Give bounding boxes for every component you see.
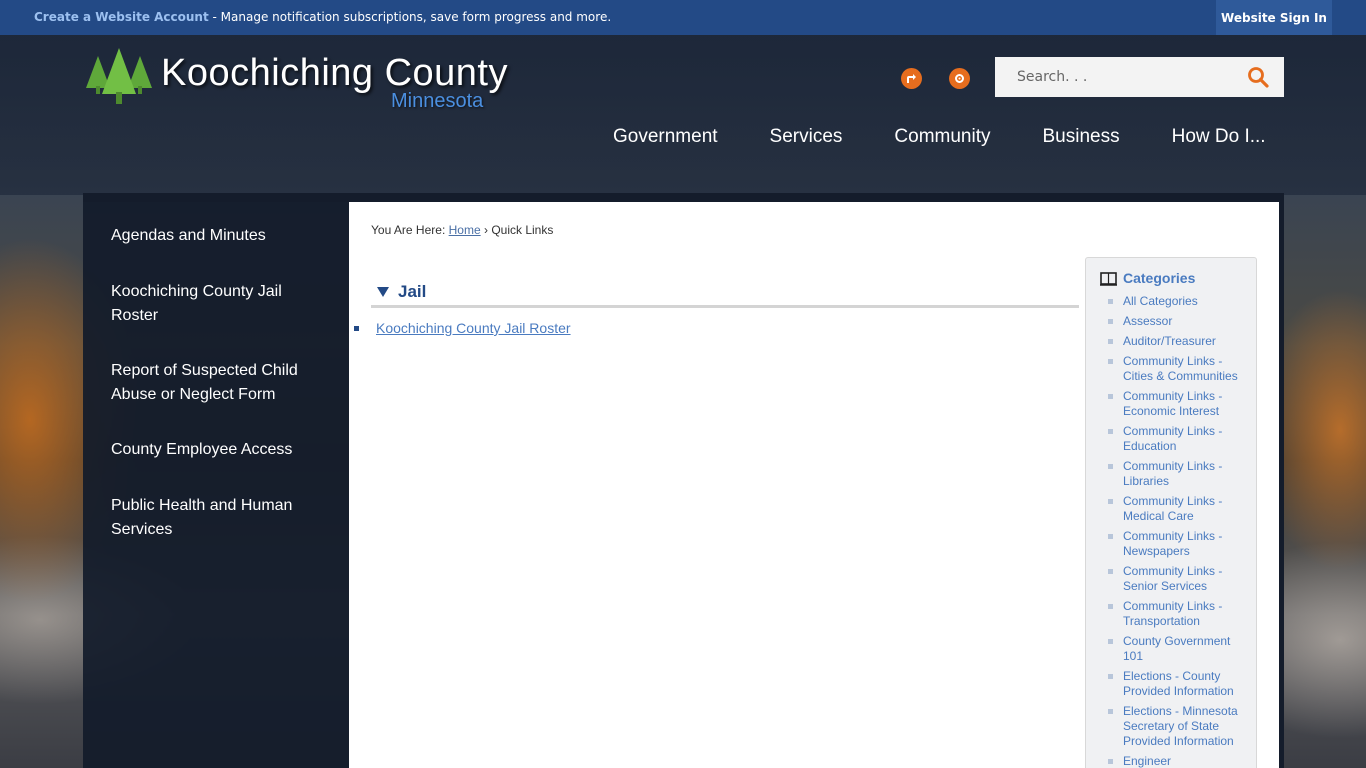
category-link[interactable]: Community Links - Transportation bbox=[1108, 599, 1248, 629]
top-bar: Create a Website Account - Manage notifi… bbox=[0, 0, 1366, 35]
website-sign-in-button[interactable]: Website Sign In bbox=[1216, 0, 1332, 35]
categories-title: Categories bbox=[1123, 270, 1196, 286]
gear-icon[interactable] bbox=[949, 68, 970, 89]
category-link[interactable]: Community Links - Medical Care bbox=[1108, 494, 1248, 524]
category-link[interactable]: Engineer bbox=[1108, 754, 1248, 768]
search-box bbox=[995, 57, 1284, 97]
site-state: Minnesota bbox=[391, 90, 484, 112]
category-link[interactable]: Community Links - Economic Interest bbox=[1108, 389, 1248, 419]
account-message-text: - Manage notification subscriptions, sav… bbox=[208, 10, 612, 24]
category-link[interactable]: Community Links - Libraries bbox=[1108, 459, 1248, 489]
categories-panel: Categories All Categories Assessor Audit… bbox=[1085, 257, 1257, 768]
nav-business[interactable]: Business bbox=[1016, 126, 1145, 148]
share-icon[interactable] bbox=[901, 68, 922, 89]
book-icon bbox=[1100, 272, 1117, 286]
category-link[interactable]: Assessor bbox=[1108, 314, 1248, 329]
nav-how-do-i[interactable]: How Do I... bbox=[1146, 126, 1292, 148]
breadcrumb: You Are Here: Home › Quick Links bbox=[371, 223, 553, 237]
pine-trees-icon bbox=[86, 48, 152, 104]
category-link[interactable]: Community Links - Senior Services bbox=[1108, 564, 1248, 594]
search-icon[interactable] bbox=[1247, 66, 1269, 88]
sidebar-item-agendas[interactable]: Agendas and Minutes bbox=[111, 224, 321, 248]
main-nav: Government Services Community Business H… bbox=[587, 126, 1292, 148]
breadcrumb-prefix: You Are Here: bbox=[371, 223, 446, 237]
account-message: Create a Website Account - Manage notifi… bbox=[34, 10, 611, 24]
sidebar-item-jail-roster[interactable]: Koochiching County Jail Roster bbox=[111, 280, 321, 327]
category-link[interactable]: Community Links - Newspapers bbox=[1108, 529, 1248, 559]
site-name: Koochiching County bbox=[161, 52, 508, 94]
sidebar-item-employee-access[interactable]: County Employee Access bbox=[111, 438, 321, 462]
breadcrumb-home[interactable]: Home bbox=[449, 223, 481, 237]
category-link[interactable]: Community Links - Cities & Communities bbox=[1108, 354, 1248, 384]
category-link[interactable]: County Government 101 bbox=[1108, 634, 1248, 664]
section-title: Jail bbox=[398, 282, 427, 301]
main-content: You Are Here: Home › Quick Links Jail Ko… bbox=[349, 202, 1279, 768]
nav-community[interactable]: Community bbox=[868, 126, 1016, 148]
category-link[interactable]: All Categories bbox=[1108, 294, 1248, 309]
category-link[interactable]: Elections - Minnesota Secretary of State… bbox=[1108, 704, 1248, 749]
nav-government[interactable]: Government bbox=[587, 126, 744, 148]
breadcrumb-separator: › bbox=[483, 223, 488, 237]
collapse-triangle-icon[interactable] bbox=[377, 286, 389, 298]
site-logo[interactable]: Koochiching County Minnesota bbox=[84, 48, 544, 118]
create-account-link[interactable]: Create a Website Account bbox=[34, 10, 209, 24]
sidebar: Agendas and Minutes Koochiching County J… bbox=[83, 193, 349, 768]
nav-services[interactable]: Services bbox=[744, 126, 869, 148]
search-input[interactable] bbox=[1017, 69, 1237, 85]
sidebar-item-child-abuse-form[interactable]: Report of Suspected Child Abuse or Negle… bbox=[111, 359, 321, 406]
section-header-jail[interactable]: Jail bbox=[371, 280, 1079, 308]
sidebar-item-public-health[interactable]: Public Health and Human Services bbox=[111, 494, 321, 541]
breadcrumb-current: Quick Links bbox=[491, 223, 554, 237]
category-link[interactable]: Community Links - Education bbox=[1108, 424, 1248, 454]
category-link[interactable]: Auditor/Treasurer bbox=[1108, 334, 1248, 349]
category-link[interactable]: Elections - County Provided Information bbox=[1108, 669, 1248, 699]
quick-link-jail-roster[interactable]: Koochiching County Jail Roster bbox=[354, 320, 571, 336]
